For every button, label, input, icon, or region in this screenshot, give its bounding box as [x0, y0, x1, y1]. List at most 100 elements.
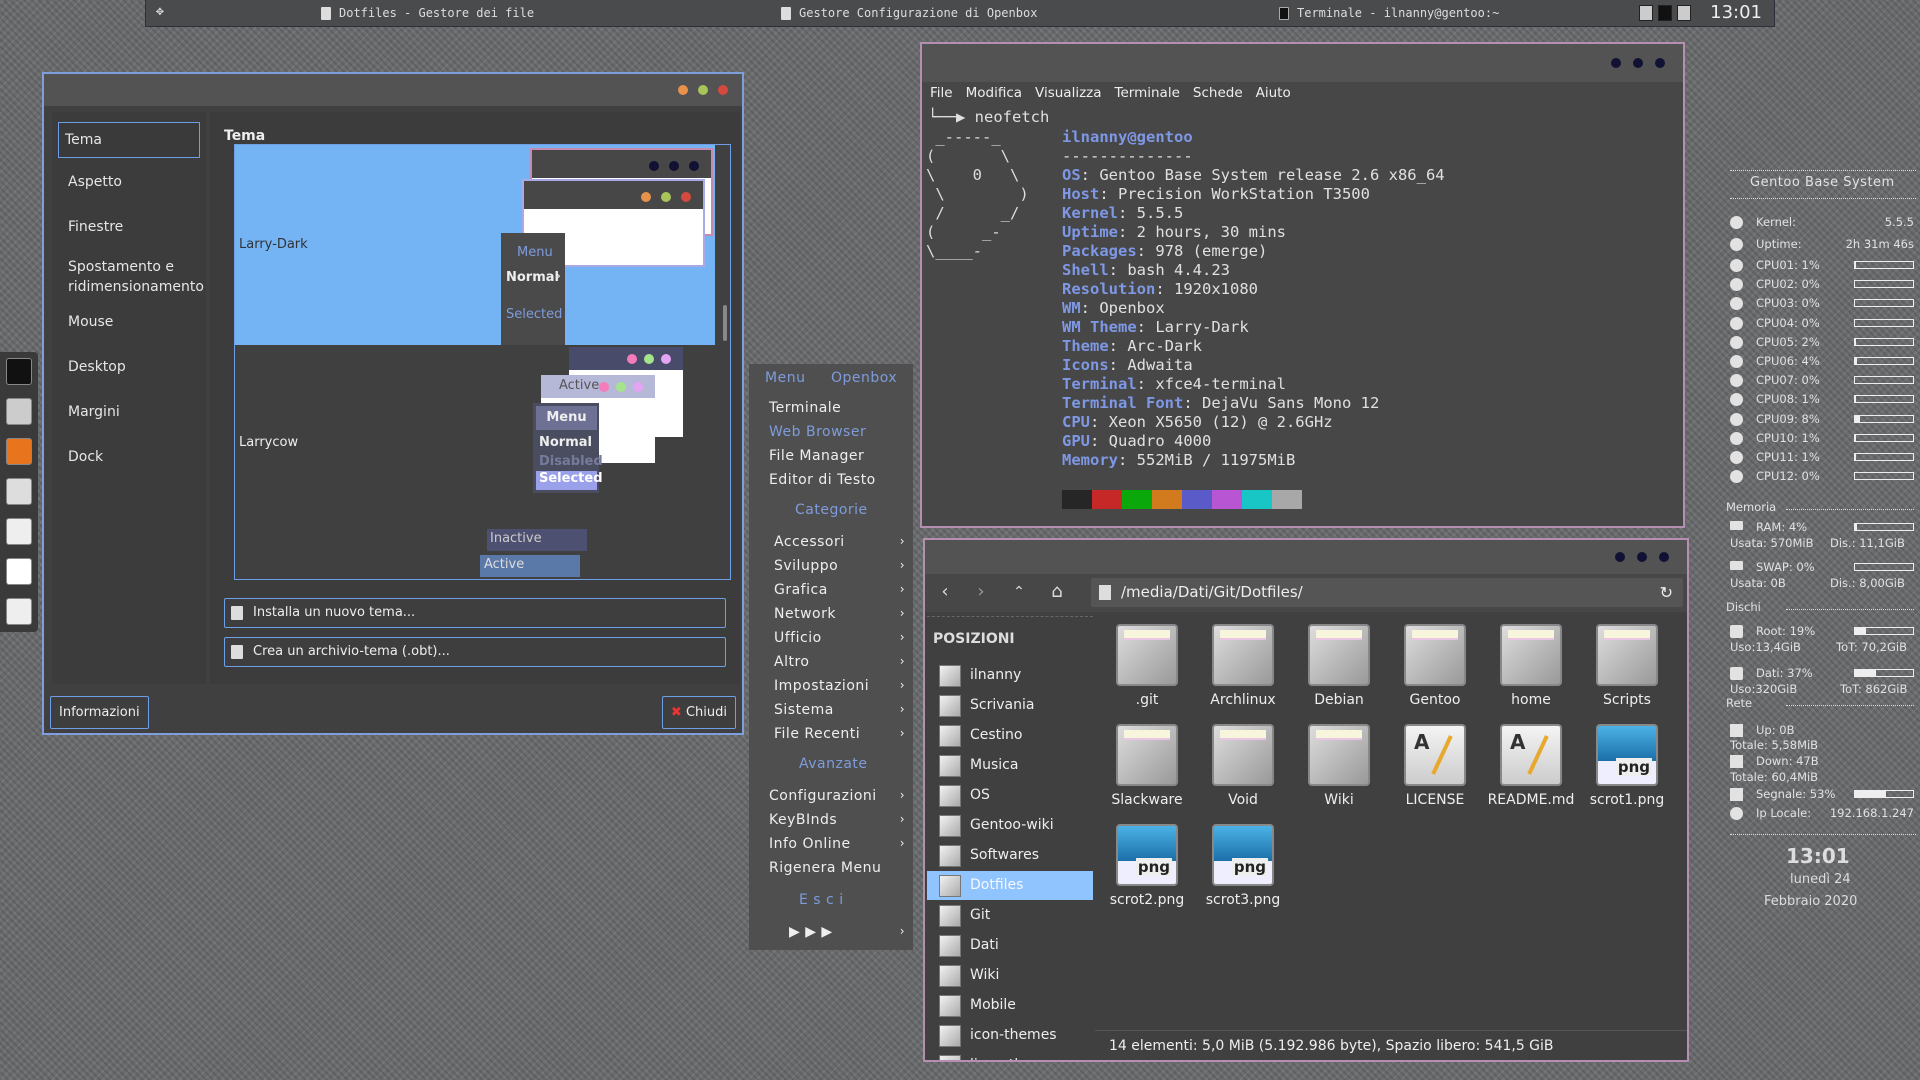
file-item[interactable]: Wiki: [1291, 724, 1387, 808]
file-item[interactable]: Archlinux: [1195, 624, 1291, 708]
theme-list[interactable]: Larry-Dark Menu Normal › Selected Larryc…: [234, 144, 731, 580]
create-theme-archive-button[interactable]: Crea un archivio-tema (.obt)...: [224, 637, 726, 667]
close-button[interactable]: [1655, 58, 1665, 68]
place-item[interactable]: Dotfiles: [927, 871, 1093, 900]
terminal-menu-item[interactable]: Visualizza: [1035, 85, 1102, 101]
maximize-button[interactable]: [1637, 552, 1647, 562]
titlebar[interactable]: [44, 74, 742, 106]
place-item[interactable]: Mobile: [927, 991, 1093, 1020]
firefox-icon[interactable]: [6, 438, 32, 465]
place-item[interactable]: Musica: [927, 751, 1093, 780]
reload-icon[interactable]: ↻: [1660, 578, 1673, 607]
file-item[interactable]: png scrot1.png: [1579, 724, 1675, 808]
sidebar-item[interactable]: Mouse: [58, 312, 200, 332]
terminal-menu-item[interactable]: File: [930, 85, 953, 101]
scrollbar[interactable]: [723, 305, 727, 341]
file-item[interactable]: Slackware: [1099, 724, 1195, 808]
sidebar-item[interactable]: Aspetto: [58, 172, 200, 192]
file-item[interactable]: png scrot2.png: [1099, 824, 1195, 908]
file-item[interactable]: Gentoo: [1387, 624, 1483, 708]
terminal-menu-item[interactable]: Aiuto: [1256, 85, 1291, 101]
place-item[interactable]: linux-themes: [927, 1051, 1093, 1060]
tray-volume-icon[interactable]: [1677, 5, 1691, 21]
file-item[interactable]: README.md: [1483, 724, 1579, 808]
location-bar[interactable]: /media/Dati/Git/Dotfiles/ ↻: [1091, 578, 1683, 607]
place-item[interactable]: Gentoo-wiki: [927, 811, 1093, 840]
terminal-icon[interactable]: [6, 358, 32, 385]
place-item[interactable]: ilnanny: [927, 661, 1093, 690]
file-cabinet-icon[interactable]: [6, 398, 32, 425]
place-item[interactable]: Scrivania: [927, 691, 1093, 720]
task-file-manager[interactable]: Dotfiles - Gestore dei file: [321, 6, 534, 20]
minimize-button[interactable]: [1611, 58, 1621, 68]
place-item[interactable]: OS: [927, 781, 1093, 810]
task-terminal[interactable]: Terminale - ilnanny@gentoo:~: [1279, 6, 1499, 20]
up-button[interactable]: ⌃: [1007, 580, 1031, 604]
menu-item[interactable]: Editor di Testo: [769, 472, 876, 488]
sidebar-item[interactable]: Dock: [58, 447, 200, 467]
maximize-button[interactable]: [698, 85, 708, 95]
about-button[interactable]: Informazioni: [50, 696, 149, 729]
menu-item-submenu[interactable]: Network: [774, 606, 836, 622]
minimize-button[interactable]: [1615, 552, 1625, 562]
close-button[interactable]: [718, 85, 728, 95]
theme-row-larrycow[interactable]: Larrycow Active Menu Normal Disabled Sel…: [235, 347, 715, 579]
menu-item-submenu[interactable]: File Recenti: [774, 726, 860, 742]
menu-item-submenu[interactable]: Altro: [774, 654, 809, 670]
menu-item-submenu[interactable]: Accessori: [774, 534, 845, 550]
titlebar[interactable]: [925, 540, 1687, 574]
file-item[interactable]: home: [1483, 624, 1579, 708]
home-button[interactable]: ⌂: [1045, 580, 1069, 604]
back-button[interactable]: ‹: [933, 580, 957, 604]
inkscape-icon[interactable]: [6, 558, 32, 585]
menu-item[interactable]: Terminale: [769, 400, 841, 416]
sidebar-item[interactable]: Desktop: [58, 357, 200, 377]
file-item[interactable]: Scripts: [1579, 624, 1675, 708]
gentoo-installer-icon[interactable]: [6, 518, 32, 545]
install-theme-button[interactable]: Installa un nuovo tema...: [224, 598, 726, 628]
openbox-menu-icon[interactable]: ✥: [156, 4, 164, 19]
terminal-menu-item[interactable]: Modifica: [966, 85, 1022, 101]
menu-item[interactable]: KeyBInds: [769, 812, 837, 828]
menu-item[interactable]: Configurazioni: [769, 788, 877, 804]
sidebar-item[interactable]: Tema: [58, 122, 200, 158]
menu-item[interactable]: File Manager: [769, 448, 864, 464]
forward-button[interactable]: ›: [969, 580, 993, 604]
clock[interactable]: 13:01: [1710, 2, 1762, 23]
terminal-menu-item[interactable]: Terminale: [1115, 85, 1180, 101]
menu-item-submenu[interactable]: Sviluppo: [774, 558, 838, 574]
place-item[interactable]: Git: [927, 901, 1093, 930]
place-item[interactable]: icon-themes: [927, 1021, 1093, 1050]
image-viewer-icon[interactable]: [6, 598, 32, 625]
terminal-menu-item[interactable]: Schede: [1193, 85, 1243, 101]
sidebar-item[interactable]: Margini: [58, 402, 200, 422]
sidebar-item[interactable]: Spostamento e ridimensionamento: [58, 257, 204, 297]
menu-item[interactable]: Rigenera Menu: [769, 860, 881, 876]
menu-item[interactable]: Web Browser: [769, 424, 866, 440]
maximize-button[interactable]: [1633, 58, 1643, 68]
file-item[interactable]: png scrot3.png: [1195, 824, 1291, 908]
settings-mixer-icon[interactable]: [6, 478, 32, 505]
menu-item-submenu[interactable]: Sistema: [774, 702, 834, 718]
file-item[interactable]: Void: [1195, 724, 1291, 808]
theme-row-larry-dark[interactable]: Larry-Dark Menu Normal › Selected: [235, 145, 715, 345]
place-item[interactable]: Softwares: [927, 841, 1093, 870]
place-item[interactable]: Dati: [927, 931, 1093, 960]
menu-item[interactable]: Info Online: [769, 836, 851, 852]
task-obconf[interactable]: Gestore Configurazione di Openbox: [781, 6, 1037, 20]
place-item[interactable]: Wiki: [927, 961, 1093, 990]
place-item[interactable]: Cestino: [927, 721, 1093, 750]
close-button[interactable]: [1659, 552, 1669, 562]
close-dialog-button[interactable]: ✖ Chiudi: [661, 696, 736, 729]
titlebar[interactable]: [922, 44, 1683, 82]
file-item[interactable]: .git: [1099, 624, 1195, 708]
minimize-button[interactable]: [678, 85, 688, 95]
exit-options[interactable]: ▶ ▶ ▶: [789, 924, 833, 940]
tray-file-icon[interactable]: [1639, 5, 1653, 21]
menu-item-submenu[interactable]: Grafica: [774, 582, 828, 598]
sidebar-item[interactable]: Finestre: [58, 217, 200, 237]
file-item[interactable]: LICENSE: [1387, 724, 1483, 808]
menu-exit-header[interactable]: E s c i: [799, 892, 844, 908]
menu-item-submenu[interactable]: Ufficio: [774, 630, 822, 646]
tray-terminal-icon[interactable]: [1658, 5, 1672, 21]
